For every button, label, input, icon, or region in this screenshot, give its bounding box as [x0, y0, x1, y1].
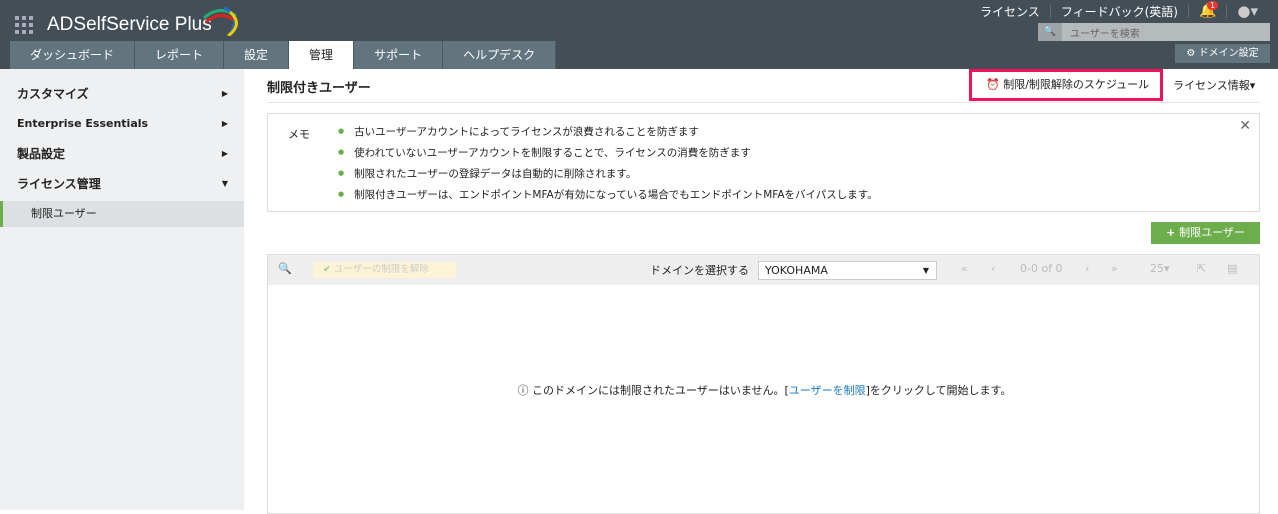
- tab-helpdesk[interactable]: ヘルプデスク: [443, 41, 557, 69]
- caret-right-icon: ▶: [221, 89, 228, 98]
- close-icon[interactable]: ✕: [1239, 118, 1251, 134]
- gear-icon: ⚙: [1186, 48, 1199, 59]
- table-toolbar: 🔍 ✔ ユーザーの制限を解除 ドメインを選択する YOKOHAMA ▼ « ‹ 0…: [268, 255, 1259, 285]
- sidebar-item-customize[interactable]: カスタマイズ ▶: [0, 79, 244, 109]
- sidebar-item-enterprise[interactable]: Enterprise Essentials ▶: [0, 109, 244, 139]
- sidebar-item-license-mgmt[interactable]: ライセンス管理 ▼: [0, 169, 244, 199]
- search-icon[interactable]: 🔍: [278, 262, 292, 275]
- unrestrict-button[interactable]: ✔ ユーザーの制限を解除: [313, 262, 456, 278]
- sidebar: カスタマイズ ▶ Enterprise Essentials ▶ 製品設定 ▶ ライセ…: [0, 69, 244, 510]
- license-info-dropdown[interactable]: ライセンス情報▾: [1173, 77, 1255, 93]
- last-page-icon[interactable]: »: [1111, 262, 1118, 275]
- domain-label: ドメインを選択する: [650, 264, 749, 277]
- page-size-select[interactable]: 25▾: [1150, 262, 1170, 275]
- app-logo: ADSelfService Plus: [47, 14, 212, 35]
- user-search[interactable]: 🔍 ユーザーを検索: [1038, 23, 1270, 41]
- sidebar-item-product-settings[interactable]: 製品設定 ▶: [0, 139, 244, 169]
- domain-settings-button[interactable]: ⚙ ドメイン設定: [1175, 44, 1270, 63]
- tab-reports[interactable]: レポート: [135, 41, 225, 69]
- notification-badge: 1: [1206, 1, 1219, 10]
- pager-text: 0-0 of 0: [1020, 262, 1063, 275]
- tab-settings[interactable]: 設定: [224, 41, 290, 69]
- logo-arc-icon: [203, 6, 238, 36]
- bell-icon[interactable]: 🔔 1: [1199, 1, 1219, 19]
- memo-item: 制限されたユーザーの登録データは自動的に削除されます。: [338, 166, 878, 187]
- memo-item: 制限付きユーザーは、エンドポイントMFAが有効になっている場合でもエンドポイント…: [338, 187, 878, 208]
- export-icon[interactable]: ⇱: [1197, 262, 1206, 275]
- caret-right-icon: ▶: [221, 149, 228, 158]
- tab-dashboard[interactable]: ダッシュボード: [10, 41, 136, 69]
- memo-label: メモ: [288, 128, 310, 141]
- caret-right-icon: ▶: [221, 119, 228, 128]
- first-page-icon[interactable]: «: [961, 262, 968, 275]
- app-grid-icon[interactable]: [15, 16, 33, 34]
- memo-box: メモ 古いユーザーアカウントによってライセンスが浪費されることを防ぎます 使われ…: [267, 113, 1260, 212]
- memo-item: 古いユーザーアカウントによってライセンスが浪費されることを防ぎます: [338, 124, 878, 145]
- prev-page-icon[interactable]: ‹: [991, 262, 995, 275]
- tab-support[interactable]: サポート: [354, 41, 444, 69]
- caret-down-icon: ▼: [221, 179, 228, 188]
- search-icon: 🔍: [1038, 23, 1062, 41]
- feedback-link[interactable]: フィードバック(英語): [1061, 3, 1178, 20]
- users-table: 🔍 ✔ ユーザーの制限を解除 ドメインを選択する YOKOHAMA ▼ « ‹ 0…: [267, 254, 1260, 514]
- next-page-icon[interactable]: ›: [1085, 262, 1089, 275]
- page-title: 制限付きユーザー: [267, 81, 371, 96]
- restrict-user-button[interactable]: + 制限ユーザー: [1151, 222, 1260, 244]
- memo-item: 使われていないユーザーアカウントを制限することで、ライセンスの消費を防ぎます: [338, 145, 878, 166]
- search-input[interactable]: ユーザーを検索: [1062, 25, 1140, 40]
- restrict-user-link[interactable]: ユーザーを制限: [789, 384, 866, 397]
- check-icon: ✔: [323, 264, 334, 275]
- license-link[interactable]: ライセンス: [980, 3, 1040, 20]
- tab-admin[interactable]: 管理: [289, 41, 355, 69]
- columns-icon[interactable]: ▤: [1227, 262, 1237, 275]
- domain-select[interactable]: YOKOHAMA ▼: [758, 261, 937, 280]
- info-icon: ⓘ: [517, 384, 533, 397]
- user-avatar-icon[interactable]: ●▾: [1237, 2, 1258, 20]
- caret-down-icon: ▼: [922, 266, 929, 275]
- header: ADSelfService Plus ダッシュボード レポート 設定 管理 サポ…: [0, 0, 1278, 69]
- sidebar-item-restricted-users[interactable]: 制限ユーザー: [0, 201, 244, 227]
- schedule-button[interactable]: ⏰ 制限/制限解除のスケジュール: [969, 69, 1163, 101]
- plus-icon: +: [1166, 226, 1180, 239]
- alarm-clock-icon: ⏰: [986, 78, 1004, 91]
- empty-message: ⓘ このドメインには制限されたユーザーはいません。[ユーザーを制限]をクリックし…: [517, 384, 1012, 397]
